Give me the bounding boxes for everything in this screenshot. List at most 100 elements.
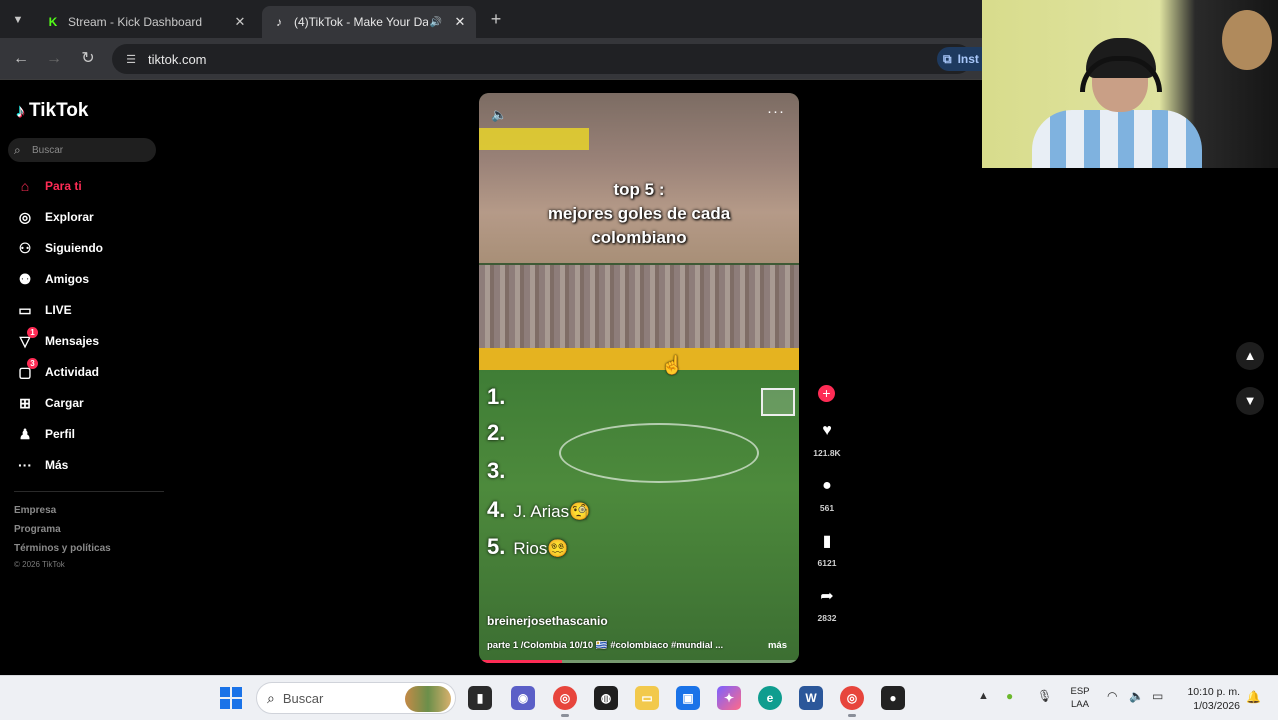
caption-more-link[interactable]: más <box>768 640 787 651</box>
chrome-icon[interactable]: ◎ <box>553 686 577 717</box>
tray-app-icon[interactable]: ● <box>1006 689 1013 703</box>
video-title-line1: top 5 : <box>613 180 665 199</box>
previous-video-button[interactable]: ▲ <box>1236 342 1264 370</box>
address-bar[interactable]: ☰ tiktok.com <box>112 44 972 74</box>
like-action[interactable]: ♥ 121.8K <box>810 418 844 458</box>
rank-5: 5. Rios😵‍💫 <box>487 534 569 560</box>
share-icon[interactable]: ➦ <box>814 583 840 609</box>
new-tab-button[interactable]: + <box>486 9 506 29</box>
teams-icon[interactable]: ◉ <box>511 686 535 710</box>
start-button[interactable] <box>220 687 242 709</box>
chrome-profile-icon[interactable]: ◎ <box>840 686 864 717</box>
sidebar-item-explorar[interactable]: ◎ Explorar <box>14 206 174 228</box>
sidebar-item-actividad[interactable]: ▢ 3 Actividad <box>14 358 174 383</box>
clock-date: 1/03/2026 <box>1193 700 1240 712</box>
sidebar-item-live[interactable]: ▭ LIVE <box>14 299 174 321</box>
logo-text: TikTok <box>29 100 89 121</box>
tiktok-logo[interactable]: ♪ TikTok <box>16 100 88 122</box>
video-progress-bar[interactable] <box>479 660 799 663</box>
tab-tiktok[interactable]: ♪ (4)TikTok - Make Your Day 🔊 ✕ <box>262 6 476 38</box>
activity-icon: ▢ 3 <box>14 358 38 382</box>
back-icon[interactable]: ← <box>10 48 32 70</box>
sidebar-item-label: LIVE <box>45 303 72 317</box>
search-highlight-image <box>405 686 451 712</box>
rank-number: 2. <box>487 420 506 445</box>
word-icon[interactable]: W <box>799 686 823 710</box>
rank-name: J. Arias🧐 <box>513 502 591 521</box>
audio-icon[interactable]: 🔊 <box>428 17 444 28</box>
footer-link-empresa[interactable]: Empresa <box>14 505 56 516</box>
file-explorer-icon[interactable]: ▭ <box>635 686 659 710</box>
forward-icon[interactable]: → <box>43 48 65 70</box>
tab-kick[interactable]: K Stream - Kick Dashboard ✕ <box>36 6 256 38</box>
reload-icon[interactable]: ↻ <box>77 48 99 70</box>
search-input[interactable]: ⌕ Buscar <box>8 138 156 162</box>
language-indicator[interactable]: ESP LAA <box>1068 685 1092 711</box>
speaker-icon[interactable]: 🔈 <box>1129 689 1144 703</box>
video-progress-fill <box>479 660 563 663</box>
obs-icon[interactable]: ◍ <box>594 686 618 710</box>
clock[interactable]: 10:10 p. m. 1/03/2026 <box>1178 685 1240 713</box>
share-action[interactable]: ➦ 2832 <box>810 583 844 623</box>
store-icon[interactable]: ▣ <box>676 686 700 710</box>
sidebar-item-mas[interactable]: ··· Más <box>14 454 174 476</box>
footer-link-programa[interactable]: Programa <box>14 524 61 535</box>
chevron-up-icon: ▲ <box>1243 348 1257 363</box>
bookmark-icon[interactable]: ▮ <box>814 528 840 554</box>
close-tab-icon[interactable]: ✕ <box>452 14 468 30</box>
tab-search-button[interactable]: ▼ <box>8 10 28 30</box>
taskbar-search[interactable]: ⌕ Buscar <box>256 682 456 714</box>
sidebar-item-cargar[interactable]: ⊞ Cargar <box>14 392 174 414</box>
comment-action[interactable]: ● 561 <box>810 473 844 513</box>
rank-number: 1. <box>487 384 506 409</box>
copilot-icon[interactable]: ✦ <box>717 686 741 710</box>
heart-icon[interactable]: ♥ <box>814 418 840 444</box>
edge-icon[interactable]: e <box>758 686 782 710</box>
webcam-person-shirt <box>1032 110 1202 168</box>
plush-toy <box>1222 10 1272 70</box>
lang-line2: LAA <box>1071 699 1089 710</box>
sidebar-item-mensajes[interactable]: ▽ 1 Mensajes <box>14 327 174 352</box>
video-title-line3: colombiano <box>591 228 687 247</box>
pitch-marking <box>559 423 759 483</box>
messages-badge: 1 <box>27 327 38 338</box>
search-icon: ⌕ <box>267 689 275 706</box>
sidebar-item-perfil[interactable]: ♟ Perfil <box>14 423 174 445</box>
close-tab-icon[interactable]: ✕ <box>232 14 248 30</box>
volume-icon[interactable]: 🔈 <box>491 107 507 123</box>
save-count: 6121 <box>817 558 837 568</box>
footer-link-terminos[interactable]: Términos y políticas <box>14 543 111 554</box>
comment-icon[interactable]: ● <box>814 473 840 499</box>
tab-title: Stream - Kick Dashboard <box>68 15 203 29</box>
tray-expand-icon[interactable]: ▲ <box>978 690 989 702</box>
video-author[interactable]: breinerjosethascanio <box>487 614 608 628</box>
url-text[interactable]: tiktok.com <box>148 52 207 67</box>
next-video-button[interactable]: ▼ <box>1236 387 1264 415</box>
goal-net <box>761 388 795 416</box>
sidebar-item-amigos[interactable]: ⚉ Amigos <box>14 268 174 290</box>
site-info-icon[interactable]: ☰ <box>122 53 140 66</box>
app-icon[interactable]: ● <box>881 686 905 710</box>
sidebar-item-label: Para ti <box>45 179 82 193</box>
tiktok-note-icon: ♪ <box>16 100 25 121</box>
rank-1: 1. <box>487 384 513 410</box>
save-action[interactable]: ▮ 6121 <box>810 528 844 568</box>
rank-number: 5. <box>487 534 506 559</box>
search-icon: ⌕ <box>14 142 21 157</box>
taskbar-search-placeholder: Buscar <box>282 690 324 706</box>
video-caption: parte 1 /Colombia 10/10 🇺🇾 #colombiaco #… <box>487 640 724 651</box>
windows-taskbar: ⌕ Buscar ▮ ◉ ◎ ◍ ▭ ▣ ✦ e W ◎ ● ▲ ● 🎙 ESP… <box>0 675 1278 720</box>
microphone-icon[interactable]: 🎙 <box>1037 689 1052 703</box>
sidebar-item-siguiendo[interactable]: ⚇ Siguiendo <box>14 237 174 259</box>
notification-bell-icon[interactable]: 🔔 <box>1246 690 1261 704</box>
task-view-icon[interactable]: ▮ <box>468 686 492 710</box>
video-frame-stadium <box>479 265 799 355</box>
wifi-icon[interactable]: ◠ <box>1107 689 1117 703</box>
clock-time: 10:10 p. m. <box>1187 686 1240 698</box>
video-player[interactable]: top 5 : mejores goles de cada colombiano… <box>479 93 799 663</box>
follow-button[interactable]: + <box>818 385 835 402</box>
lang-line1: ESP <box>1070 686 1090 697</box>
sidebar-item-para-ti[interactable]: ⌂ Para ti <box>14 175 174 197</box>
video-more-icon[interactable]: ··· <box>767 103 785 120</box>
battery-icon[interactable]: ▭ <box>1152 689 1163 703</box>
